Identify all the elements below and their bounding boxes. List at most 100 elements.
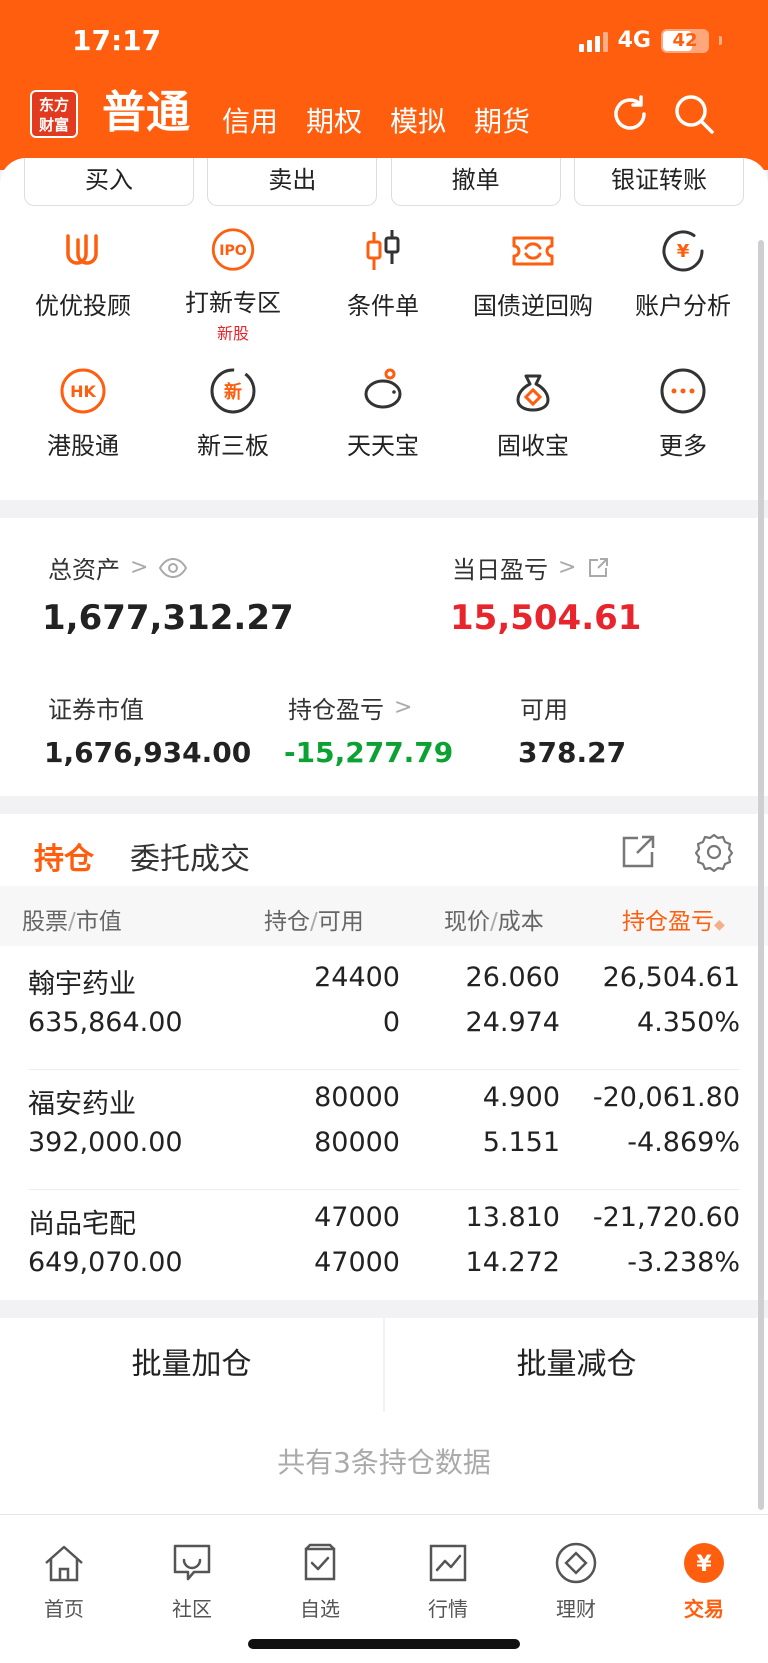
table-row[interactable]: 福安药业 392,000.00 80000 80000 4.900 5.151 … <box>28 1070 740 1190</box>
col-price[interactable]: 现价/成本 <box>444 902 544 936</box>
bulk-reduce-button[interactable]: 批量减仓 <box>385 1318 768 1412</box>
func-conditional-order[interactable]: 条件单 <box>308 226 458 344</box>
daily-pl-label[interactable]: 当日盈亏 > <box>452 550 610 585</box>
tab-positions[interactable]: 持仓 <box>34 834 94 878</box>
refresh-icon[interactable] <box>608 92 652 136</box>
more-icon <box>660 368 706 414</box>
tab-futures[interactable]: 期货 <box>474 100 530 140</box>
status-time: 17:17 <box>72 24 162 57</box>
stock-position: 47000 <box>314 1202 400 1233</box>
holdings-table-header: 股票/市值 持仓/可用 现价/成本 持仓盈亏◆ <box>0 886 768 946</box>
eye-icon[interactable] <box>158 557 188 579</box>
stock-market-value: 635,864.00 <box>28 1007 183 1038</box>
func-uu-advisor[interactable]: 优优投顾 <box>8 226 158 344</box>
sell-button[interactable]: 卖出 <box>207 158 378 206</box>
available-value: 378.27 <box>518 736 627 769</box>
holdings-tabs: 持仓 委托成交 <box>34 834 250 878</box>
search-icon[interactable] <box>672 92 716 136</box>
holdings-count-note: 共有3条持仓数据 <box>0 1412 768 1514</box>
total-assets-value: 1,677,312.27 <box>42 598 294 638</box>
piggy-bank-icon <box>364 368 402 409</box>
checklist-icon <box>304 1543 336 1581</box>
func-fixed-income[interactable]: 固收宝 <box>458 366 608 484</box>
holdings-card: 持仓 委托成交 股票/市值 持仓/可用 现价/成本 持仓盈亏◆ 翰宇药业 635… <box>0 814 768 1300</box>
tab-credit[interactable]: 信用 <box>222 100 278 140</box>
new-stock-badge: 新股 <box>216 324 249 343</box>
bulk-add-button[interactable]: 批量加仓 <box>0 1318 385 1412</box>
func-reverse-repo[interactable]: 国债逆回购 <box>458 226 608 344</box>
svg-text:IPO: IPO <box>219 243 247 259</box>
stock-cost: 24.974 <box>465 1007 560 1038</box>
uu-advisor-icon <box>66 234 98 265</box>
tab-options[interactable]: 期权 <box>306 100 362 140</box>
yen-icon: ¥ <box>684 1543 724 1583</box>
tab-simulated[interactable]: 模拟 <box>390 100 446 140</box>
ipo-icon: IPO <box>211 228 255 271</box>
stock-available: 80000 <box>314 1127 400 1158</box>
tabbar-wealth[interactable]: 理财 <box>512 1541 640 1663</box>
stock-position: 24400 <box>314 962 400 993</box>
stock-price: 13.810 <box>465 1202 560 1233</box>
func-tiantianbao[interactable]: 天天宝 <box>308 366 458 484</box>
tab-normal[interactable]: 普通 <box>102 76 190 140</box>
func-more[interactable]: 更多 <box>608 366 758 484</box>
chevron-right-icon: > <box>558 555 577 580</box>
gear-icon[interactable] <box>694 832 734 872</box>
svg-text:新: 新 <box>224 381 242 403</box>
stock-pl-pct: -4.869% <box>627 1127 740 1158</box>
svg-text:¥: ¥ <box>696 1552 712 1577</box>
stock-available: 0 <box>382 1007 400 1038</box>
col-position-pl[interactable]: 持仓盈亏◆ <box>622 902 725 936</box>
func-account-analysis[interactable]: ¥ 账户分析 <box>608 226 758 344</box>
table-row[interactable]: 翰宇药业 635,864.00 24400 0 26.060 24.974 26… <box>28 950 740 1070</box>
chevron-right-icon: > <box>394 695 413 720</box>
sort-icon: ◆ <box>714 917 725 933</box>
position-pl-value: -15,277.79 <box>284 736 454 769</box>
trade-card: 买入 卖出 撤单 银证转账 优优投顾 IPO 打新专区 新股 条件单 国债逆回购… <box>0 158 768 500</box>
total-assets-label[interactable]: 总资产 > <box>48 550 188 585</box>
account-type-tabs: 普通 信用 期权 模拟 期货 <box>102 84 558 140</box>
available-label: 可用 <box>520 696 568 724</box>
holdings-rows: 翰宇药业 635,864.00 24400 0 26.060 24.974 26… <box>0 950 768 1310</box>
stock-name: 尚品宅配 <box>28 1209 136 1240</box>
battery-icon: 42 <box>661 28 709 53</box>
network-type: 4G <box>617 28 651 53</box>
func-ipo-zone[interactable]: IPO 打新专区 新股 <box>158 226 308 344</box>
tabbar-community[interactable]: 社区 <box>128 1541 256 1663</box>
status-bar: 17:17 4G 42 <box>0 0 768 84</box>
share-icon[interactable] <box>586 556 610 580</box>
scrollbar[interactable] <box>758 240 764 1510</box>
stock-cost: 5.151 <box>482 1127 560 1158</box>
home-indicator <box>248 1639 520 1649</box>
market-value-label: 证券市值 <box>48 696 144 724</box>
svg-text:HK: HK <box>70 382 96 401</box>
tab-orders[interactable]: 委托成交 <box>130 834 250 878</box>
stock-pl-pct: 4.350% <box>637 1007 740 1038</box>
tabbar-home[interactable]: 首页 <box>0 1541 128 1663</box>
buy-button[interactable]: 买入 <box>24 158 194 206</box>
tabbar-trade[interactable]: ¥ 交易 <box>640 1541 768 1663</box>
table-row[interactable]: 尚品宅配 649,070.00 47000 47000 13.810 14.27… <box>28 1190 740 1310</box>
svg-text:¥: ¥ <box>677 241 690 262</box>
stock-name: 福安药业 <box>28 1089 136 1120</box>
func-hk-connect[interactable]: HK 港股通 <box>8 366 158 484</box>
assets-card: 总资产 > 1,677,312.27 当日盈亏 > 15,504.61 证券市值… <box>0 518 768 796</box>
position-pl-label[interactable]: 持仓盈亏 > <box>288 690 412 725</box>
stock-market-value: 649,070.00 <box>28 1247 183 1278</box>
stock-price: 26.060 <box>465 962 560 993</box>
daily-pl-value: 15,504.61 <box>450 598 642 638</box>
col-position[interactable]: 持仓/可用 <box>264 902 364 936</box>
chevron-right-icon: > <box>130 555 149 580</box>
bank-transfer-button[interactable]: 银证转账 <box>573 158 744 206</box>
col-stock[interactable]: 股票/市值 <box>22 902 122 936</box>
stock-market-value: 392,000.00 <box>28 1127 183 1158</box>
chat-icon <box>173 1544 211 1581</box>
cancel-order-button[interactable]: 撤单 <box>390 158 561 206</box>
battery-level: 42 <box>672 30 698 51</box>
holdings-tools <box>618 832 734 872</box>
candlestick-icon <box>366 230 400 270</box>
signal-icon <box>578 30 608 52</box>
func-new-third-board[interactable]: 新 新三板 <box>158 366 308 484</box>
stock-pl: -21,720.60 <box>592 1202 740 1233</box>
share-icon[interactable] <box>618 832 658 872</box>
